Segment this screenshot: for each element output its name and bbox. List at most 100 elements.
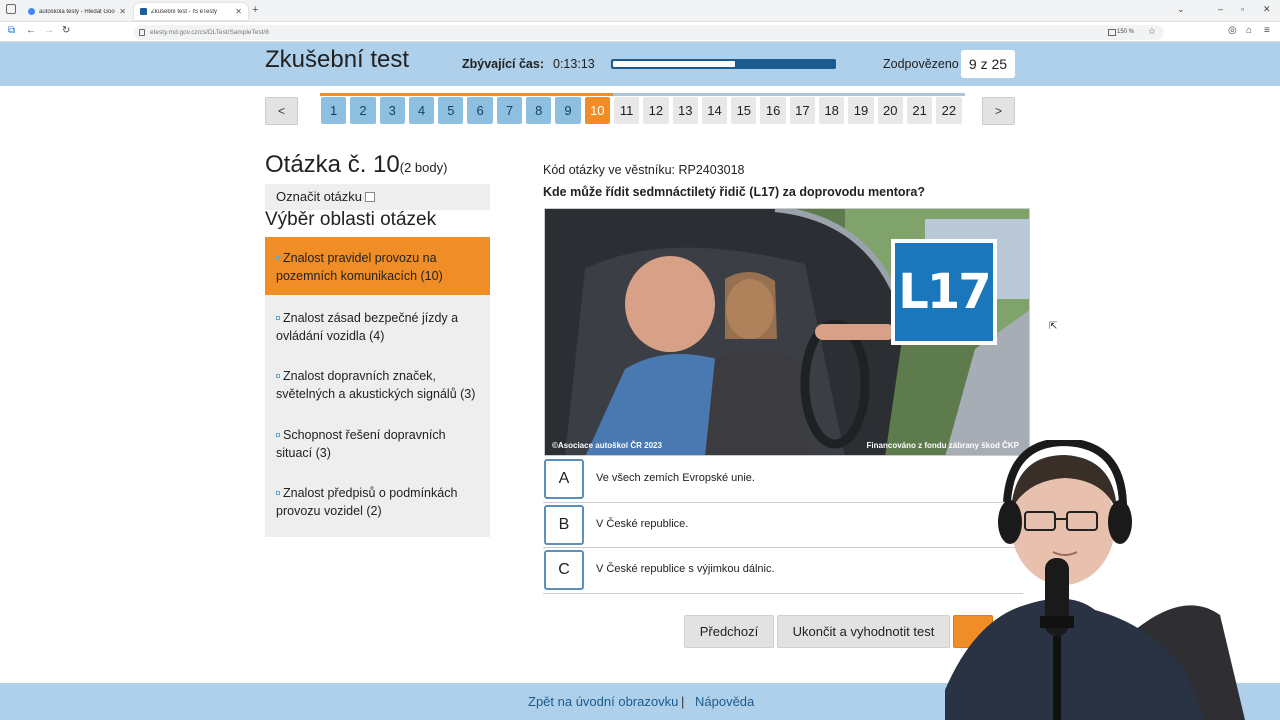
option-text[interactable]: V České republice s výjimkou dálnic. <box>596 563 775 575</box>
question-nav-item[interactable]: 21 <box>905 93 936 124</box>
option-letter[interactable]: A <box>544 459 584 499</box>
question-nav-number[interactable]: 4 <box>408 97 435 124</box>
question-nav-item[interactable]: 8 <box>525 93 555 124</box>
option-text[interactable]: V České republice. <box>596 518 688 530</box>
question-nav-number[interactable]: 2 <box>350 97 376 124</box>
question-nav-item[interactable]: 22 <box>935 93 965 124</box>
question-nav-number[interactable]: 3 <box>379 97 405 124</box>
question-nav-item[interactable]: 13 <box>671 93 702 124</box>
forward-icon[interactable]: → <box>44 25 54 36</box>
question-nav-number[interactable]: 19 <box>848 97 874 124</box>
help-link[interactable]: Nápověda <box>695 694 754 709</box>
question-nav-item[interactable]: 10 <box>583 93 614 124</box>
question-nav-item[interactable]: 16 <box>759 93 790 124</box>
time-progress-bar <box>611 59 836 69</box>
question-nav-item[interactable]: 4 <box>407 93 438 124</box>
question-nav-number[interactable]: 1 <box>321 97 347 124</box>
account-icon[interactable]: ◎ <box>1228 25 1237 36</box>
close-tab-icon[interactable]: ✕ <box>235 7 242 16</box>
question-nav-number[interactable]: 14 <box>701 97 728 124</box>
answered-count: 9 z 25 <box>961 50 1015 78</box>
reload-icon[interactable]: ↻ <box>62 25 70 36</box>
option-letter[interactable]: C <box>544 550 584 590</box>
question-nav-number[interactable]: 10 <box>584 97 610 124</box>
option-letter[interactable]: B <box>544 504 584 545</box>
mark-question-row[interactable]: Označit otázku <box>265 184 490 210</box>
maximize-icon[interactable]: ▫ <box>1241 4 1244 14</box>
question-nav-number[interactable]: 18 <box>819 97 845 124</box>
question-nav-item[interactable]: 17 <box>788 93 819 124</box>
question-nav-number[interactable]: 22 <box>936 97 962 124</box>
question-image: L17 ©Asociace autoškol ČR 2023 Financová… <box>544 208 1030 456</box>
question-nav-number[interactable]: 17 <box>789 97 816 124</box>
question-nav-item[interactable]: 11 <box>612 93 643 124</box>
question-nav-item[interactable]: 9 <box>554 93 584 124</box>
question-nav-number[interactable]: 7 <box>496 97 523 124</box>
question-nav-number[interactable]: 15 <box>731 97 757 124</box>
question-nav-item[interactable]: 3 <box>378 93 409 124</box>
back-icon[interactable]: ← <box>26 25 36 36</box>
test-header: Zkušební test Zbývající čas: 0:13:13 Zod… <box>0 42 1280 86</box>
question-number: Otázka č. 10 <box>265 151 400 178</box>
bookmark-star-icon[interactable]: ☆ <box>1148 24 1156 39</box>
area-item-regulations[interactable]: Znalost předpisů o podmínkách provozu vo… <box>265 472 490 530</box>
site-info-icon[interactable] <box>139 29 145 36</box>
tab-search-icon[interactable]: ⌄ <box>1177 4 1185 15</box>
question-nav-item[interactable]: 18 <box>818 93 848 124</box>
bullet-icon <box>276 374 280 378</box>
question-nav-item[interactable]: 6 <box>466 93 497 124</box>
area-item-situations[interactable]: Schopnost řešení dopravních situací (3) <box>265 414 490 472</box>
question-navigation: 1 2 3 4 5 6 7 8 9 10 11 12 13 14 15 16 17 18 19 20 21 22 <box>320 93 965 124</box>
question-nav-number[interactable]: 11 <box>613 97 640 124</box>
sidebar-icon[interactable]: ⧉ <box>8 25 15 36</box>
question-nav-number[interactable]: 12 <box>643 97 669 124</box>
question-nav-item[interactable]: 19 <box>847 93 877 124</box>
close-tab-icon[interactable]: ✕ <box>119 7 126 16</box>
etesty-favicon-icon <box>140 8 147 15</box>
question-nav-number[interactable]: 20 <box>877 97 903 124</box>
area-item-rules[interactable]: Znalost pravidel provozu na pozemních ko… <box>265 237 490 295</box>
finish-test-button[interactable]: Ukončit a vyhodnotit test <box>777 615 950 648</box>
question-nav-number[interactable]: 13 <box>672 97 698 124</box>
close-window-icon[interactable]: ✕ <box>1263 4 1271 15</box>
next-question-button[interactable]: > <box>982 97 1015 125</box>
time-progress-fill <box>613 61 735 67</box>
question-nav-item[interactable]: 12 <box>642 93 672 124</box>
question-nav-item[interactable]: 20 <box>876 93 907 124</box>
image-copyright: ©Asociace autoškol ČR 2023 <box>552 441 662 450</box>
area-item-signs[interactable]: Znalost dopravních značek, světelných a … <box>265 355 490 413</box>
question-nav-number[interactable]: 9 <box>555 97 581 124</box>
question-nav-number[interactable]: 5 <box>438 97 464 124</box>
question-nav-item[interactable]: 7 <box>495 93 526 124</box>
question-nav-item[interactable]: 1 <box>320 93 350 124</box>
area-label: Znalost zásad bezpečné jízdy a ovládání … <box>276 311 459 343</box>
question-heading: Otázka č. 10(2 body) <box>265 151 447 179</box>
new-tab-icon[interactable]: + <box>252 4 258 16</box>
extensions-icon[interactable]: ⌂ <box>1246 25 1252 36</box>
reader-view-icon[interactable] <box>1108 29 1116 36</box>
zoom-level[interactable]: 150 % <box>1117 25 1134 40</box>
question-nav-number[interactable]: 6 <box>467 97 493 124</box>
page-title: Zkušební test <box>265 46 410 73</box>
url-field[interactable]: etesty.md.gov.cz/cs/DLTest/SampleTest/8 … <box>134 25 1164 40</box>
back-to-home-link[interactable]: Zpět na úvodní obrazovku <box>528 694 678 709</box>
browser-tab-etesty[interactable]: Zkušební test - IS eTesty ✕ <box>134 3 248 20</box>
time-remaining-label: Zbývající čas: <box>462 57 544 71</box>
question-nav-number[interactable]: 8 <box>526 97 552 124</box>
previous-button[interactable]: Předchozí <box>684 615 774 648</box>
minimize-icon[interactable]: – <box>1218 4 1223 14</box>
question-nav-number[interactable]: 16 <box>760 97 786 124</box>
mouse-cursor-icon: ⇱ <box>1049 321 1058 332</box>
area-item-safe-driving[interactable]: Znalost zásad bezpečné jízdy a ovládání … <box>265 297 490 355</box>
question-nav-item[interactable]: 5 <box>437 93 467 124</box>
tab-list-icon[interactable] <box>6 4 16 14</box>
question-nav-number[interactable]: 21 <box>906 97 933 124</box>
browser-tab-google[interactable]: autoškola testy - Hledat Goog ✕ <box>22 3 132 20</box>
prev-question-button[interactable]: < <box>265 97 298 125</box>
question-nav-item[interactable]: 2 <box>349 93 379 124</box>
mark-question-checkbox[interactable] <box>365 192 375 202</box>
option-text[interactable]: Ve všech zemích Evropské unie. <box>596 472 755 484</box>
question-nav-item[interactable]: 15 <box>730 93 760 124</box>
question-nav-item[interactable]: 14 <box>700 93 731 124</box>
menu-icon[interactable]: ≡ <box>1264 25 1270 36</box>
